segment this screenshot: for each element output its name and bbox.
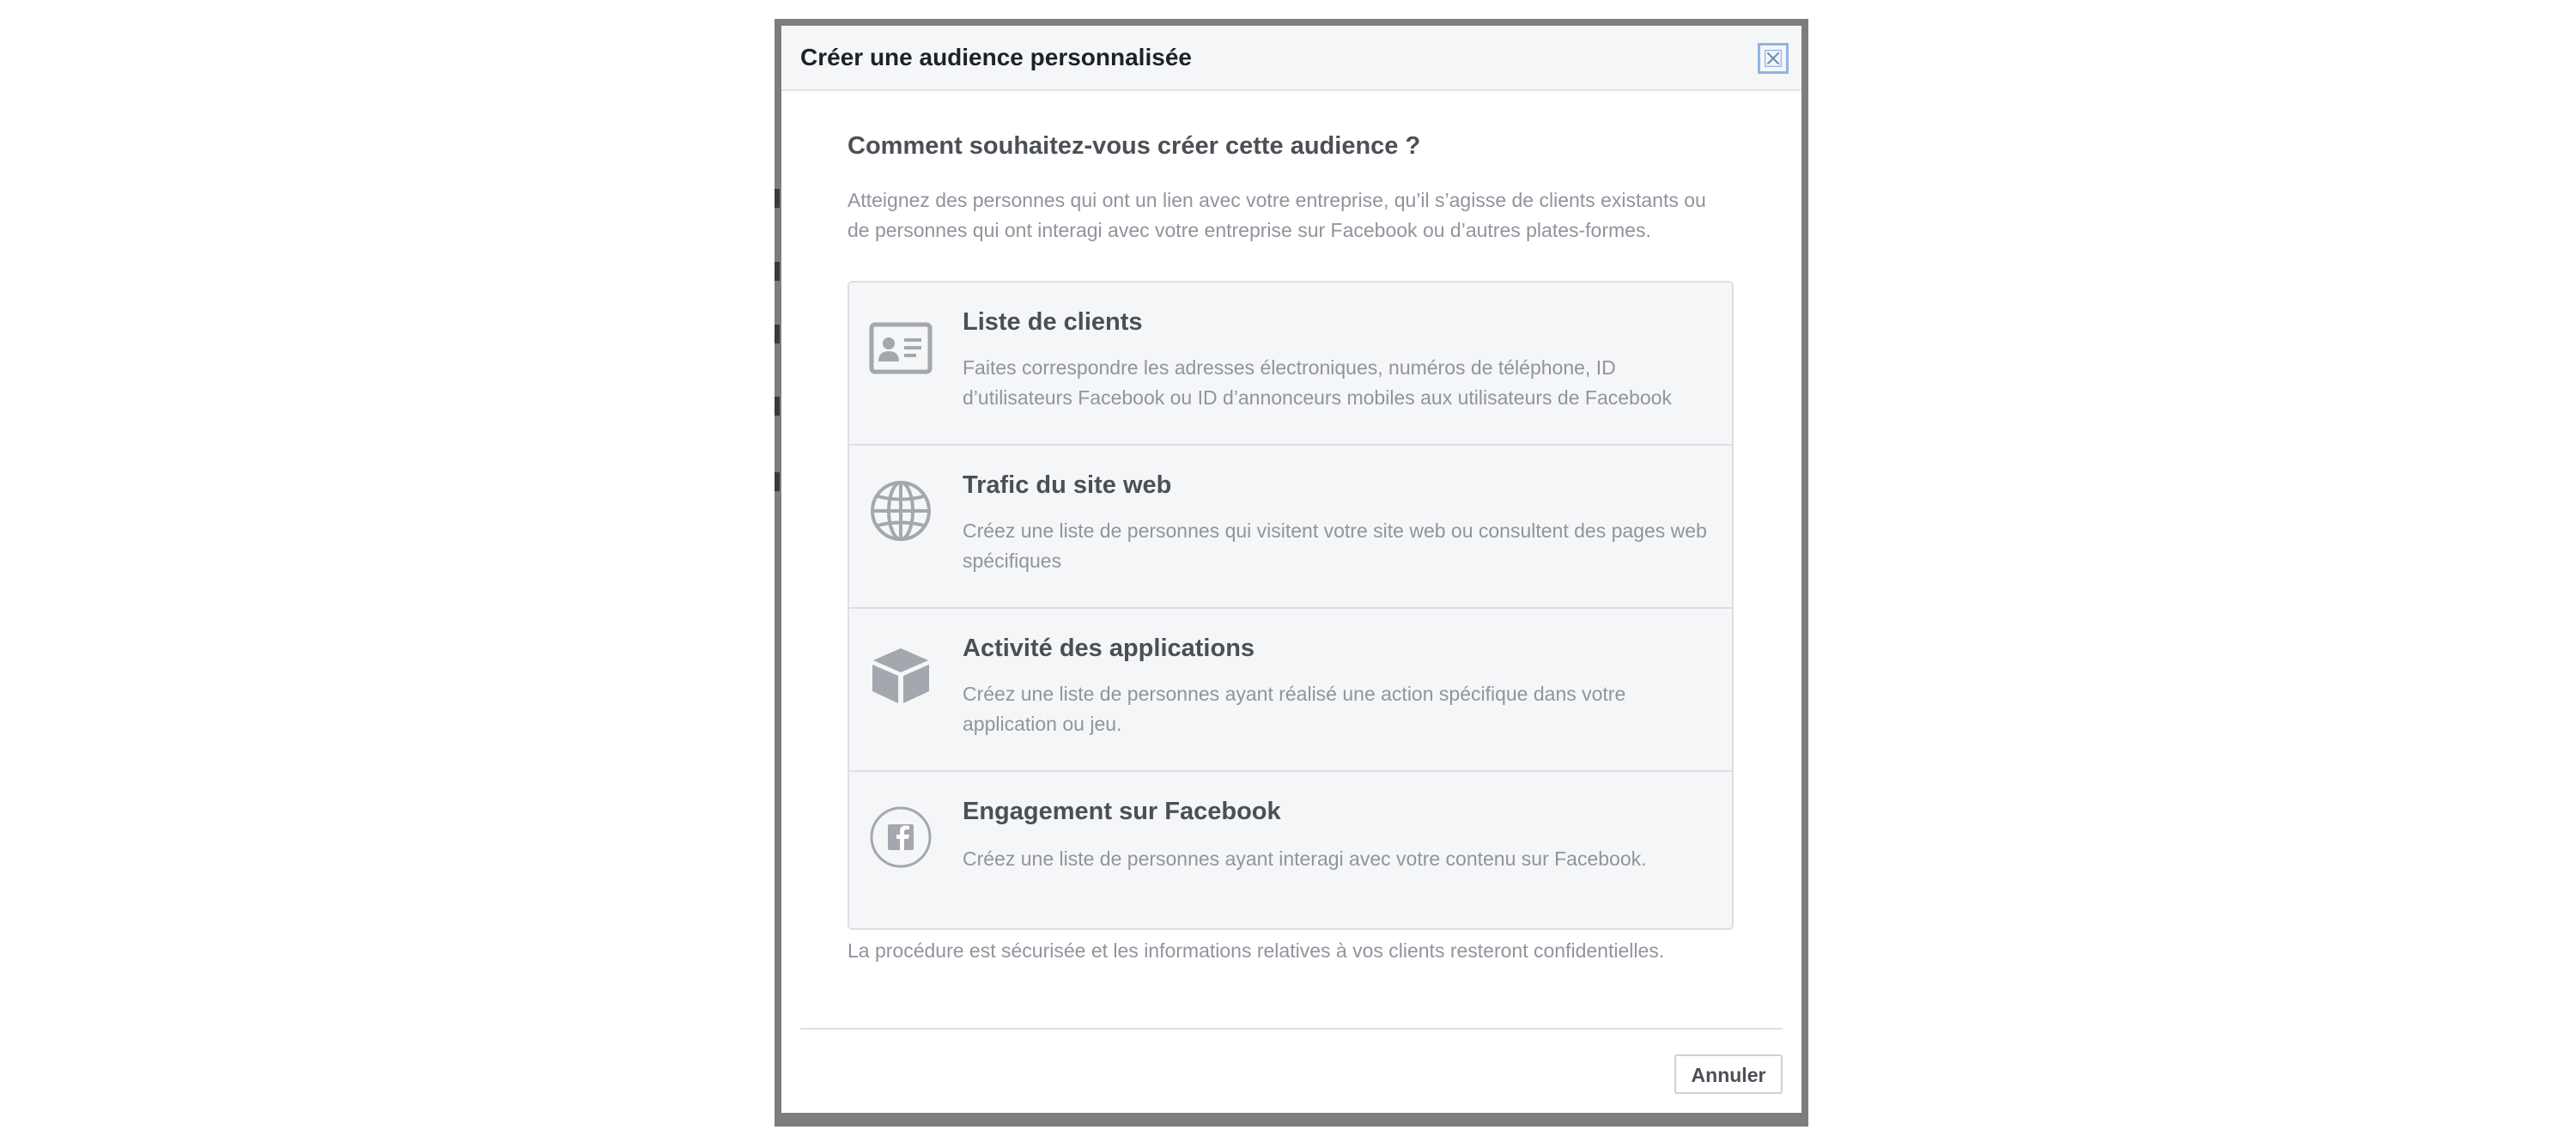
option-description: Créez une liste de personnes ayant inter… [963,848,1647,870]
footer-divider [800,1028,1783,1030]
option-title: Liste de clients [963,308,1143,336]
dialog-intro-text: Atteignez des personnes qui ont un lien … [848,189,1706,241]
cube-icon [868,641,933,707]
option-app-activity[interactable]: Activité des applications Créez une list… [849,609,1732,772]
option-description: Créez une liste de personnes qui visiten… [963,519,1707,572]
option-customer-list[interactable]: Liste de clients Faites correspondre les… [849,282,1732,446]
globe-icon [868,478,933,544]
option-description: Créez une liste de personnes ayant réali… [963,683,1626,735]
cancel-button[interactable]: Annuler [1674,1054,1783,1094]
dialog-header: Créer une audience personnalisée [781,26,1801,91]
dialog-question: Comment souhaitez-vous créer cette audie… [848,132,1421,160]
background-page-fragment [775,325,780,343]
contact-card-icon [868,315,933,380]
option-title: Activité des applications [963,635,1255,662]
close-icon [1765,50,1782,67]
background-page-fragment [775,189,780,208]
dialog-title: Créer une audience personnalisée [800,44,1192,70]
option-description: Faites correspondre les adresses électro… [963,356,1672,409]
option-facebook-engagement[interactable]: Engagement sur Facebook Créez une liste … [849,772,1732,928]
facebook-icon [868,805,933,870]
privacy-note: La procédure est sécurisée et les inform… [848,939,1665,962]
background-page-fragment [775,397,780,416]
option-title: Trafic du site web [963,471,1172,499]
close-button[interactable] [1758,43,1789,74]
option-website-traffic[interactable]: Trafic du site web Créez une liste de pe… [849,446,1732,609]
background-page-fragment [775,472,780,491]
create-custom-audience-dialog: Créer une audience personnalisée Comment… [781,26,1801,1113]
option-title: Engagement sur Facebook [963,798,1281,825]
background-page-fragment [775,262,780,281]
audience-source-options: Liste de clients Faites correspondre les… [848,281,1734,930]
